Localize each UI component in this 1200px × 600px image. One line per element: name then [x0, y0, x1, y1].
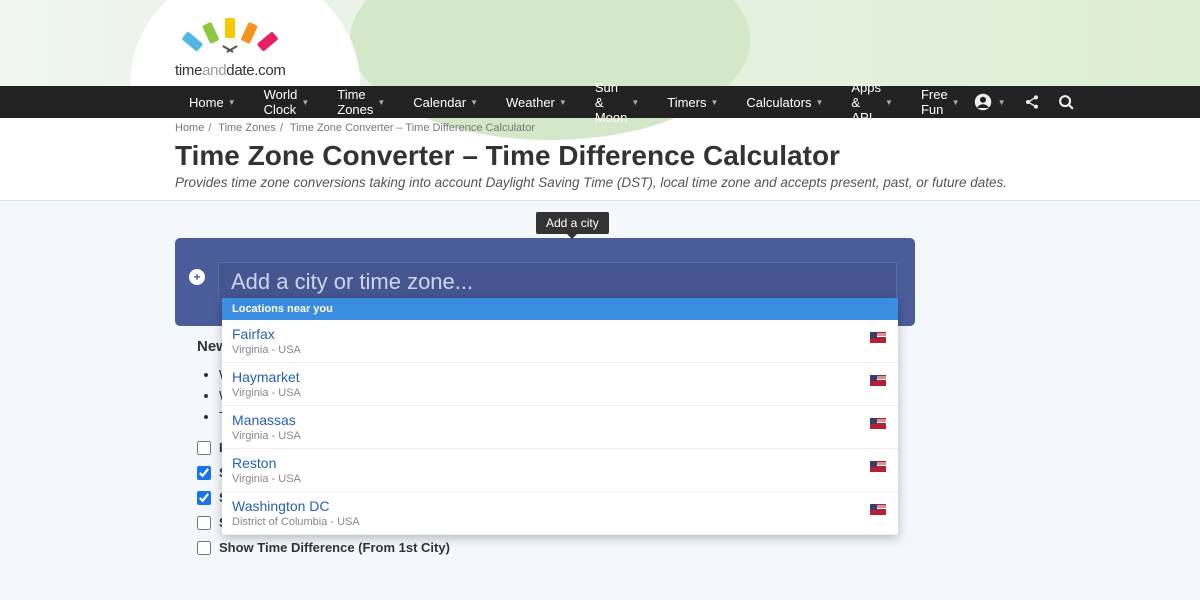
- flag-us-icon: [870, 418, 886, 429]
- city-region: Virginia - USA: [232, 344, 888, 356]
- city-region: Virginia - USA: [232, 387, 888, 399]
- page-subtitle: Provides time zone conversions taking in…: [175, 175, 1007, 190]
- dropdown-item-haymarket[interactable]: Haymarket Virginia - USA: [222, 363, 898, 406]
- breadcrumb-home[interactable]: Home: [175, 122, 204, 134]
- dropdown-item-manassas[interactable]: Manassas Virginia - USA: [222, 406, 898, 449]
- flag-us-icon: [870, 375, 886, 386]
- chevron-down-icon: ▼: [711, 98, 719, 107]
- site-logo[interactable]: timeanddate.com: [175, 8, 286, 79]
- city-name: Manassas: [232, 412, 888, 428]
- city-region: District of Columbia - USA: [232, 516, 888, 528]
- city-input[interactable]: [218, 262, 897, 302]
- chevron-down-icon: ▼: [631, 98, 639, 107]
- city-name: Fairfax: [232, 326, 888, 342]
- chevron-down-icon: ▼: [301, 98, 309, 107]
- chevron-down-icon: ▼: [815, 98, 823, 107]
- checkbox[interactable]: [197, 466, 211, 480]
- dropdown-header: Locations near you: [222, 298, 898, 320]
- nav-sun-moon[interactable]: Sun & Moon▼: [581, 86, 653, 118]
- nav-calendar[interactable]: Calendar▼: [399, 86, 492, 118]
- logo-clock-icon: [220, 48, 240, 60]
- chevron-down-icon: ▼: [228, 98, 236, 107]
- nav-world-clock[interactable]: World Clock▼: [250, 86, 324, 118]
- add-city-tooltip: Add a city: [536, 212, 609, 234]
- dropdown-item-fairfax[interactable]: Fairfax Virginia - USA: [222, 320, 898, 363]
- chevron-down-icon: ▼: [470, 98, 478, 107]
- flag-us-icon: [870, 504, 886, 515]
- main-nav: Home▼ World Clock▼ Time Zones▼ Calendar▼…: [0, 86, 1200, 118]
- checkbox[interactable]: [197, 491, 211, 505]
- checkbox[interactable]: [197, 541, 211, 555]
- user-icon[interactable]: [974, 93, 992, 111]
- nav-home[interactable]: Home▼: [175, 86, 250, 118]
- checkbox[interactable]: [197, 441, 211, 455]
- check-time-diff[interactable]: Show Time Difference (From 1st City): [197, 540, 450, 555]
- nav-calculators[interactable]: Calculators▼: [732, 86, 837, 118]
- share-icon[interactable]: [1024, 94, 1040, 110]
- city-region: Virginia - USA: [232, 473, 888, 485]
- page-title: Time Zone Converter – Time Difference Ca…: [175, 140, 840, 172]
- breadcrumb-timezones[interactable]: Time Zones: [218, 122, 276, 134]
- logo-bars-icon: [175, 8, 286, 48]
- flag-us-icon: [870, 332, 886, 343]
- breadcrumb-current: Time Zone Converter – Time Difference Ca…: [290, 122, 535, 134]
- dropdown-item-washington[interactable]: Washington DC District of Columbia - USA: [222, 492, 898, 535]
- city-name: Haymarket: [232, 369, 888, 385]
- chevron-down-icon: ▼: [885, 98, 893, 107]
- chevron-down-icon: ▼: [559, 98, 567, 107]
- flag-us-icon: [870, 461, 886, 472]
- checkbox[interactable]: [197, 516, 211, 530]
- city-name: Washington DC: [232, 498, 888, 514]
- nav-apps-api[interactable]: Apps & API▼: [837, 86, 907, 118]
- chevron-down-icon: ▼: [377, 98, 385, 107]
- dropdown-item-reston[interactable]: Reston Virginia - USA: [222, 449, 898, 492]
- nav-timers[interactable]: Timers▼: [653, 86, 732, 118]
- chevron-down-icon: ▼: [998, 98, 1006, 107]
- header-arc: [350, 0, 750, 140]
- city-name: Reston: [232, 455, 888, 471]
- city-dropdown: Locations near you Fairfax Virginia - US…: [222, 298, 898, 535]
- nav-time-zones[interactable]: Time Zones▼: [323, 86, 399, 118]
- search-icon[interactable]: [1058, 94, 1075, 111]
- chevron-down-icon: ▼: [952, 98, 960, 107]
- breadcrumb: Home/ Time Zones/ Time Zone Converter – …: [175, 122, 535, 134]
- city-region: Virginia - USA: [232, 430, 888, 442]
- nav-free-fun[interactable]: Free Fun▼: [907, 86, 974, 118]
- add-icon[interactable]: +: [189, 269, 205, 285]
- logo-text: timeanddate.com: [175, 62, 286, 79]
- nav-weather[interactable]: Weather▼: [492, 86, 581, 118]
